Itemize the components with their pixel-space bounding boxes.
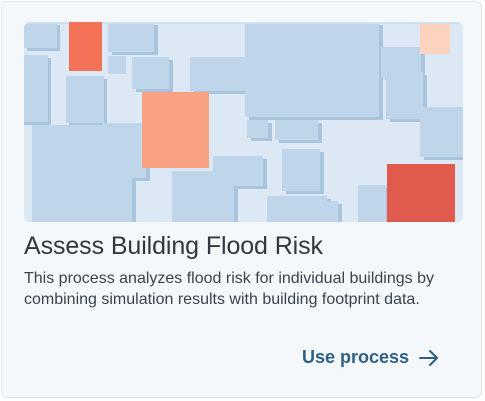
- process-thumbnail: [24, 22, 463, 222]
- use-process-label: Use process: [302, 347, 410, 367]
- building-footprint-map-icon: [24, 22, 463, 222]
- medium-risk-building: [142, 92, 209, 168]
- card-description: This process analyzes flood risk for ind…: [24, 270, 434, 308]
- card-title: Assess Building Flood Risk: [24, 232, 323, 260]
- high-risk-building: [69, 22, 102, 71]
- process-card[interactable]: Assess Building Flood Risk This process …: [1, 1, 482, 398]
- low-risk-building: [420, 24, 450, 54]
- severe-risk-building: [387, 164, 455, 222]
- use-process-button[interactable]: Use process: [302, 347, 439, 368]
- arrow-right-icon: [419, 349, 439, 366]
